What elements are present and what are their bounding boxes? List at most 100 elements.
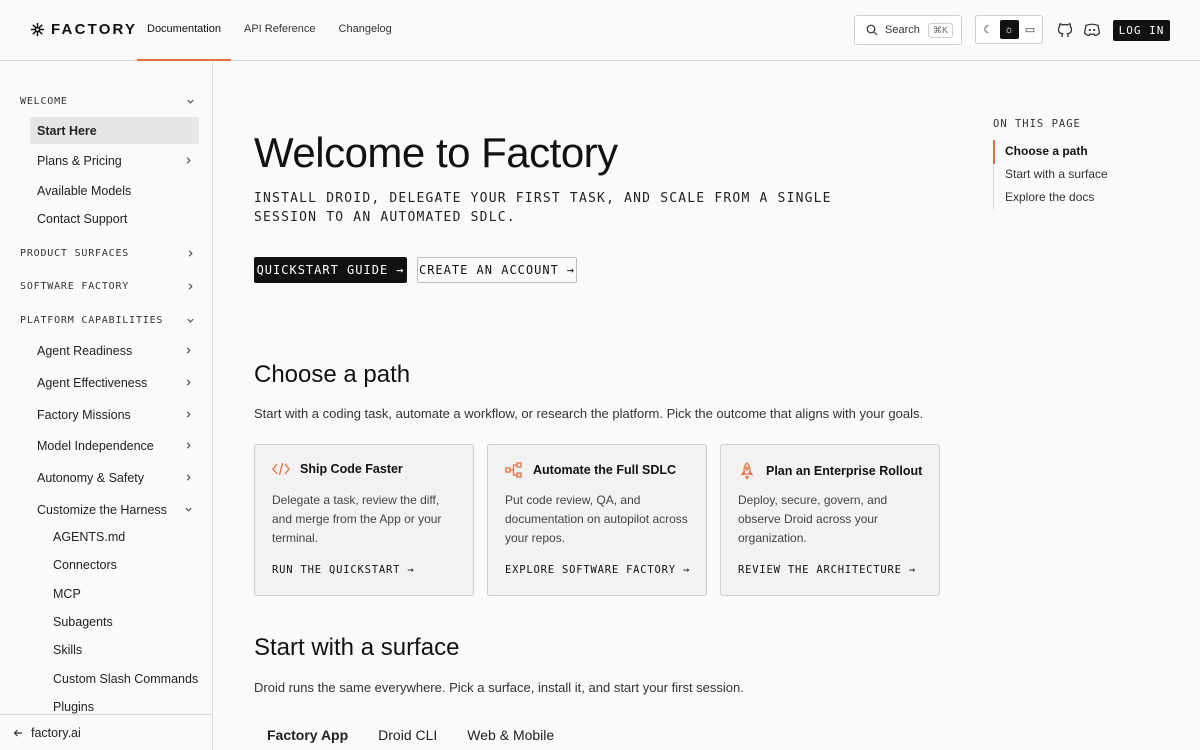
card-description: Delegate a task, review the diff, and me…	[272, 493, 442, 545]
section-label: PLATFORM CAPABILITIES	[20, 315, 164, 326]
moon-icon[interactable]: ☾	[979, 20, 998, 39]
toc-item-choose-path[interactable]: Choose a path	[1005, 144, 1088, 158]
section-label: SOFTWARE FACTORY	[20, 281, 130, 292]
arrow-right-icon: →	[396, 263, 405, 277]
sidebar-item-label: Factory Missions	[37, 407, 131, 422]
card-ship-code[interactable]: Ship Code Faster Delegate a task, review…	[254, 444, 474, 596]
sidebar-item-available-models[interactable]: Available Models	[30, 177, 199, 204]
chevron-right-icon	[186, 157, 191, 164]
tab-droid-cli[interactable]: Droid CLI	[361, 727, 450, 743]
quickstart-button[interactable]: QUICKSTART GUIDE →	[254, 257, 407, 283]
search-icon	[866, 24, 878, 36]
surface-tabs: Factory App Droid CLI Web & Mobile	[254, 727, 567, 743]
sidebar-item-label: Plans & Pricing	[37, 153, 122, 168]
tab-web-mobile[interactable]: Web & Mobile	[450, 727, 567, 743]
card-link-label: EXPLORE SOFTWARE FACTORY	[505, 564, 676, 576]
sidebar-item-label: Contact Support	[37, 211, 128, 226]
factory-logo-icon	[30, 22, 45, 37]
card-automate-sdlc[interactable]: Automate the Full SDLC Put code review, …	[487, 444, 707, 596]
top-nav: Documentation API Reference Changelog	[137, 0, 405, 61]
sidebar-item-customize-harness[interactable]: Customize the Harness	[30, 496, 199, 523]
section-title-start-surface: Start with a surface	[254, 634, 460, 661]
sidebar-item-factory-missions[interactable]: Factory Missions	[30, 401, 199, 428]
nav-api-reference[interactable]: API Reference	[234, 0, 326, 61]
github-icon[interactable]	[1055, 20, 1075, 40]
search-shortcut: ⌘K	[927, 22, 953, 38]
sidebar-item-label: Agent Effectiveness	[37, 375, 148, 390]
sidebar-section-welcome[interactable]: WELCOME	[20, 96, 195, 107]
table-of-contents: ON THIS PAGE Choose a path Start with a …	[993, 118, 1173, 210]
sidebar-item-skills[interactable]: Skills	[53, 643, 82, 657]
sidebar-item-label: Customize the Harness	[37, 502, 167, 517]
sidebar-item-label: Start Here	[37, 123, 97, 138]
workflow-icon	[505, 462, 522, 478]
search-label: Search	[885, 24, 920, 36]
sidebar: WELCOME Start Here Plans & Pricing Avail…	[0, 61, 213, 750]
sidebar-item-custom-slash-commands[interactable]: Custom Slash Commands	[53, 672, 198, 686]
chevron-right-icon	[188, 283, 193, 290]
tab-factory-app[interactable]: Factory App	[254, 727, 361, 743]
chevron-right-icon	[186, 442, 191, 449]
page-title: Welcome to Factory	[254, 129, 618, 176]
section-text-choose-path: Start with a coding task, automate a wor…	[254, 406, 924, 421]
arrow-right-icon: →	[566, 263, 576, 277]
card-link[interactable]: EXPLORE SOFTWARE FACTORY →	[505, 564, 690, 576]
arrow-right-icon: →	[407, 564, 415, 576]
sidebar-item-label: Available Models	[37, 183, 132, 198]
sidebar-section-product-surfaces[interactable]: PRODUCT SURFACES	[20, 248, 195, 259]
chevron-down-icon	[185, 507, 192, 512]
arrow-right-icon: →	[683, 564, 691, 576]
sidebar-item-agent-effectiveness[interactable]: Agent Effectiveness	[30, 369, 199, 396]
card-description: Deploy, secure, govern, and observe Droi…	[738, 493, 888, 545]
toc-item-start-surface[interactable]: Start with a surface	[1005, 167, 1108, 181]
factory-logo[interactable]: FACTORY	[30, 21, 137, 38]
login-button[interactable]: LOG IN	[1113, 20, 1170, 41]
sidebar-section-software-factory[interactable]: SOFTWARE FACTORY	[20, 281, 195, 292]
sidebar-section-platform-capabilities[interactable]: PLATFORM CAPABILITIES	[20, 315, 195, 326]
sidebar-footer-link[interactable]: factory.ai	[0, 714, 212, 750]
nav-documentation[interactable]: Documentation	[137, 0, 231, 61]
toc-item-explore-docs[interactable]: Explore the docs	[1005, 190, 1094, 204]
card-link-label: REVIEW THE ARCHITECTURE	[738, 564, 902, 576]
sidebar-item-connectors[interactable]: Connectors	[53, 558, 117, 572]
sidebar-item-plans-pricing[interactable]: Plans & Pricing	[30, 147, 199, 174]
chevron-right-icon	[186, 379, 191, 386]
sidebar-item-agent-readiness[interactable]: Agent Readiness	[30, 337, 199, 364]
section-title-choose-path: Choose a path	[254, 361, 411, 388]
monitor-icon[interactable]: ▭	[1021, 20, 1040, 39]
rocket-icon	[740, 462, 754, 480]
sidebar-item-label: Autonomy & Safety	[37, 470, 145, 485]
chevron-right-icon	[186, 347, 191, 354]
sidebar-item-subagents[interactable]: Subagents	[53, 615, 113, 629]
card-title: Plan an Enterprise Rollout	[766, 464, 923, 478]
chevron-down-icon	[187, 318, 194, 323]
sidebar-item-start-here[interactable]: Start Here	[30, 117, 199, 144]
toc-list: Choose a path Start with a surface Explo…	[993, 140, 1153, 210]
sidebar-item-plugins[interactable]: Plugins	[53, 700, 94, 714]
sun-icon[interactable]: ☼	[999, 20, 1019, 39]
nav-changelog[interactable]: Changelog	[329, 0, 402, 61]
card-title: Ship Code Faster	[300, 462, 403, 476]
top-header: FACTORY Documentation API Reference Chan…	[0, 0, 1200, 61]
chevron-down-icon	[187, 99, 194, 104]
section-label: WELCOME	[20, 96, 68, 107]
code-icon	[272, 462, 290, 476]
section-label: PRODUCT SURFACES	[20, 248, 130, 259]
search-button[interactable]: Search ⌘K	[854, 15, 962, 45]
sidebar-item-contact-support[interactable]: Contact Support	[30, 205, 199, 232]
card-link[interactable]: REVIEW THE ARCHITECTURE →	[738, 564, 916, 576]
create-account-button[interactable]: CREATE AN ACCOUNT →	[417, 257, 577, 283]
discord-icon[interactable]	[1082, 20, 1102, 40]
chevron-right-icon	[188, 250, 193, 257]
section-text-start-surface: Droid runs the same everywhere. Pick a s…	[254, 680, 744, 695]
sidebar-item-model-independence[interactable]: Model Independence	[30, 432, 199, 459]
card-link-label: RUN THE QUICKSTART	[272, 564, 401, 576]
footer-link-label: factory.ai	[31, 725, 81, 740]
card-link[interactable]: RUN THE QUICKSTART →	[272, 564, 414, 576]
sidebar-item-autonomy-safety[interactable]: Autonomy & Safety	[30, 464, 199, 491]
arrow-left-icon	[13, 729, 22, 736]
sidebar-item-agents-md[interactable]: AGENTS.md	[53, 530, 125, 544]
sidebar-item-label: Agent Readiness	[37, 343, 133, 358]
card-enterprise-rollout[interactable]: Plan an Enterprise Rollout Deploy, secur…	[720, 444, 940, 596]
sidebar-item-mcp[interactable]: MCP	[53, 587, 81, 601]
